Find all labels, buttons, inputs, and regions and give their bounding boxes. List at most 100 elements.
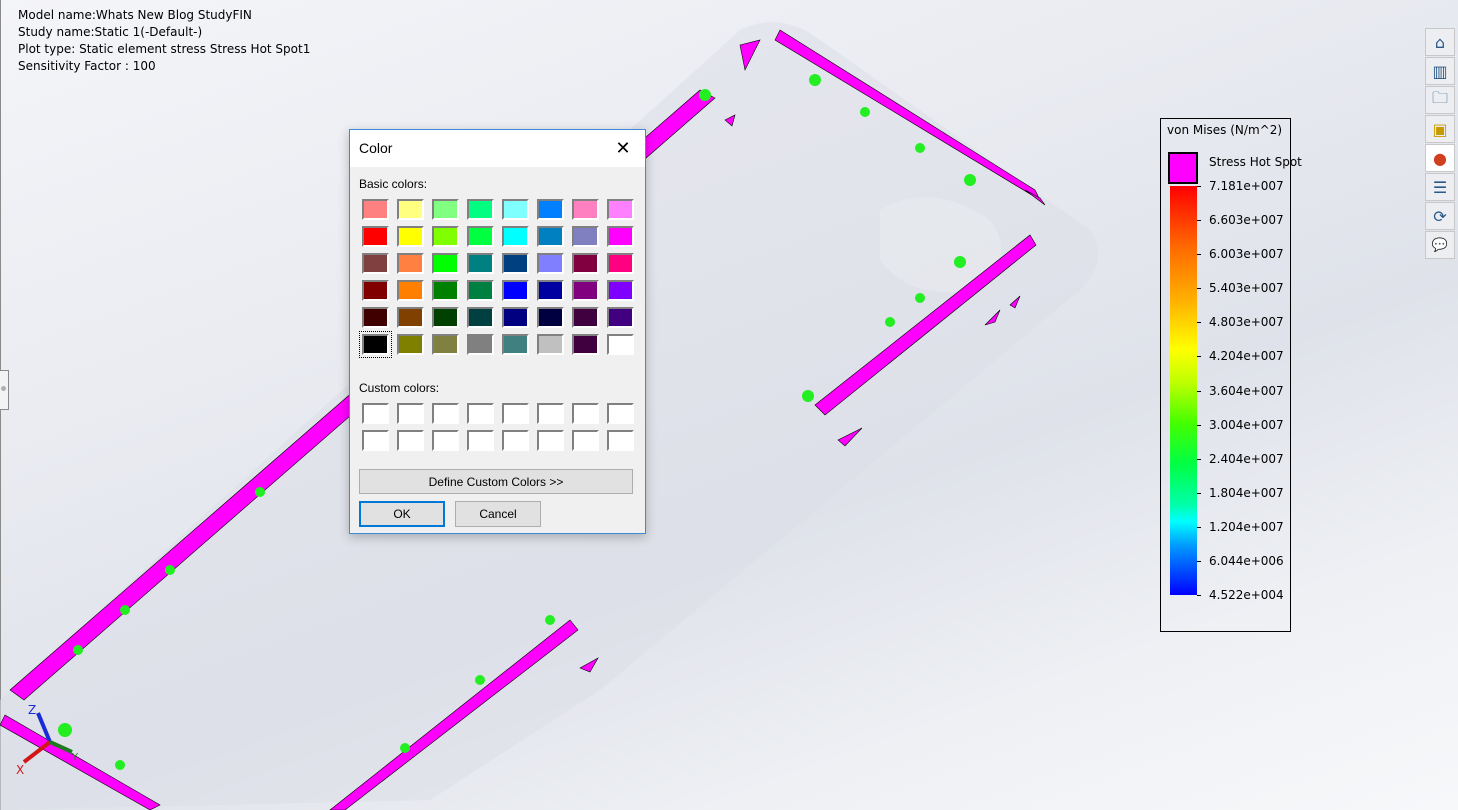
legend-tick-label: 6.003e+007 [1209, 247, 1284, 262]
legend-tick-label: 3.004e+007 [1209, 417, 1284, 432]
fixture-arrow [120, 605, 130, 615]
legend-tick-mark [1197, 526, 1201, 528]
cancel-button[interactable]: Cancel [455, 501, 541, 527]
close-button[interactable]: ✕ [601, 130, 645, 167]
basic-colors-grid [359, 199, 634, 358]
basic-color-swatch[interactable] [397, 226, 424, 247]
basic-color-swatch[interactable] [537, 280, 564, 301]
handle-dot-icon [1, 386, 6, 391]
basic-color-swatch[interactable] [432, 253, 459, 274]
basic-color-swatch[interactable] [359, 331, 392, 358]
fixture-arrow [954, 256, 966, 268]
dialog-titlebar[interactable]: Color ✕ [350, 130, 645, 167]
basic-color-swatch[interactable] [432, 280, 459, 301]
custom-color-swatch[interactable] [502, 430, 529, 451]
basic-color-swatch[interactable] [362, 199, 389, 220]
tab-home[interactable]: ⌂ [1425, 28, 1455, 56]
basic-color-swatch[interactable] [537, 253, 564, 274]
basic-color-swatch[interactable] [572, 199, 599, 220]
custom-color-swatch[interactable] [537, 403, 564, 424]
tab-forum[interactable]: ⟳ [1425, 202, 1455, 230]
legend-title: von Mises (N/m^2) [1167, 123, 1283, 137]
basic-color-swatch[interactable] [467, 334, 494, 355]
home-icon: ⌂ [1434, 32, 1446, 52]
basic-color-swatch[interactable] [432, 199, 459, 220]
stress-legend[interactable]: von Mises (N/m^2) Stress Hot Spot 7.181e… [1160, 118, 1302, 632]
custom-color-swatch[interactable] [432, 430, 459, 451]
basic-color-swatch[interactable] [607, 226, 634, 247]
basic-color-swatch[interactable] [607, 307, 634, 328]
basic-color-swatch[interactable] [572, 307, 599, 328]
basic-color-swatch[interactable] [572, 334, 599, 355]
legend-tick-mark [1197, 220, 1201, 222]
basic-color-swatch[interactable] [502, 199, 529, 220]
legend-tick-label: 7.181e+007 [1209, 179, 1284, 193]
basic-color-swatch[interactable] [467, 226, 494, 247]
basic-color-swatch[interactable] [397, 280, 424, 301]
custom-color-swatch[interactable] [467, 430, 494, 451]
basic-color-swatch[interactable] [572, 280, 599, 301]
basic-color-swatch[interactable] [432, 307, 459, 328]
feature-manager-collapse-handle[interactable] [0, 370, 9, 410]
basic-color-swatch[interactable] [607, 280, 634, 301]
fixture-arrow [58, 723, 72, 737]
custom-color-swatch[interactable] [432, 403, 459, 424]
ok-button[interactable]: OK [359, 501, 445, 527]
basic-color-swatch[interactable] [362, 280, 389, 301]
basic-color-swatch[interactable] [397, 199, 424, 220]
basic-color-swatch[interactable] [362, 307, 389, 328]
custom-colors-label: Custom colors: [359, 381, 440, 395]
basic-color-swatch[interactable] [397, 307, 424, 328]
define-custom-colors-button[interactable]: Define Custom Colors >> [359, 469, 633, 494]
custom-color-swatch[interactable] [362, 403, 389, 424]
tab-community[interactable]: 💬 [1425, 231, 1455, 259]
basic-color-swatch[interactable] [467, 280, 494, 301]
legend-tick-label: 1.204e+007 [1209, 519, 1284, 534]
basic-color-swatch[interactable] [467, 307, 494, 328]
custom-color-swatch[interactable] [572, 403, 599, 424]
basic-color-swatch[interactable] [607, 199, 634, 220]
custom-color-swatch[interactable] [607, 430, 634, 451]
basic-color-swatch[interactable] [432, 226, 459, 247]
model-name: Model name:Whats New Blog StudyFIN [18, 8, 252, 22]
basic-color-swatch[interactable] [537, 226, 564, 247]
tab-custom-properties[interactable]: ☰ [1425, 173, 1455, 201]
basic-color-swatch[interactable] [502, 280, 529, 301]
custom-color-swatch[interactable] [572, 430, 599, 451]
basic-color-swatch[interactable] [502, 307, 529, 328]
basic-color-swatch[interactable] [362, 253, 389, 274]
basic-color-swatch[interactable] [502, 334, 529, 355]
basic-color-swatch[interactable] [467, 199, 494, 220]
study-name: Study name:Static 1(-Default-) [18, 25, 203, 39]
basic-color-swatch[interactable] [432, 334, 459, 355]
custom-color-swatch[interactable] [397, 403, 424, 424]
tab-appearances[interactable]: ● [1425, 144, 1455, 172]
custom-color-swatch[interactable] [362, 430, 389, 451]
basic-color-swatch[interactable] [537, 199, 564, 220]
design-library-icon: ▥ [1432, 61, 1448, 81]
basic-color-swatch[interactable] [607, 253, 634, 274]
basic-color-swatch[interactable] [537, 334, 564, 355]
basic-color-swatch[interactable] [572, 226, 599, 247]
custom-color-swatch[interactable] [607, 403, 634, 424]
basic-color-swatch[interactable] [607, 334, 634, 355]
view-palette-icon: ▣ [1432, 119, 1448, 139]
custom-color-swatch[interactable] [397, 430, 424, 451]
custom-color-swatch[interactable] [537, 430, 564, 451]
basic-color-swatch[interactable] [397, 253, 424, 274]
basic-color-swatch[interactable] [572, 253, 599, 274]
basic-color-swatch[interactable] [537, 307, 564, 328]
basic-color-swatch[interactable] [502, 253, 529, 274]
custom-color-swatch[interactable] [467, 403, 494, 424]
basic-color-swatch[interactable] [502, 226, 529, 247]
tab-view-palette[interactable]: ▣ [1425, 115, 1455, 143]
basic-color-swatch[interactable] [397, 334, 424, 355]
basic-color-swatch[interactable] [467, 253, 494, 274]
tab-file-explorer[interactable]: 🗀 [1425, 86, 1455, 114]
fixture-arrow [400, 743, 410, 753]
fixture-arrow [165, 565, 175, 575]
custom-color-swatch[interactable] [502, 403, 529, 424]
basic-color-swatch[interactable] [362, 226, 389, 247]
tab-design-library[interactable]: ▥ [1425, 57, 1455, 85]
legend-tick-mark [1197, 288, 1201, 290]
